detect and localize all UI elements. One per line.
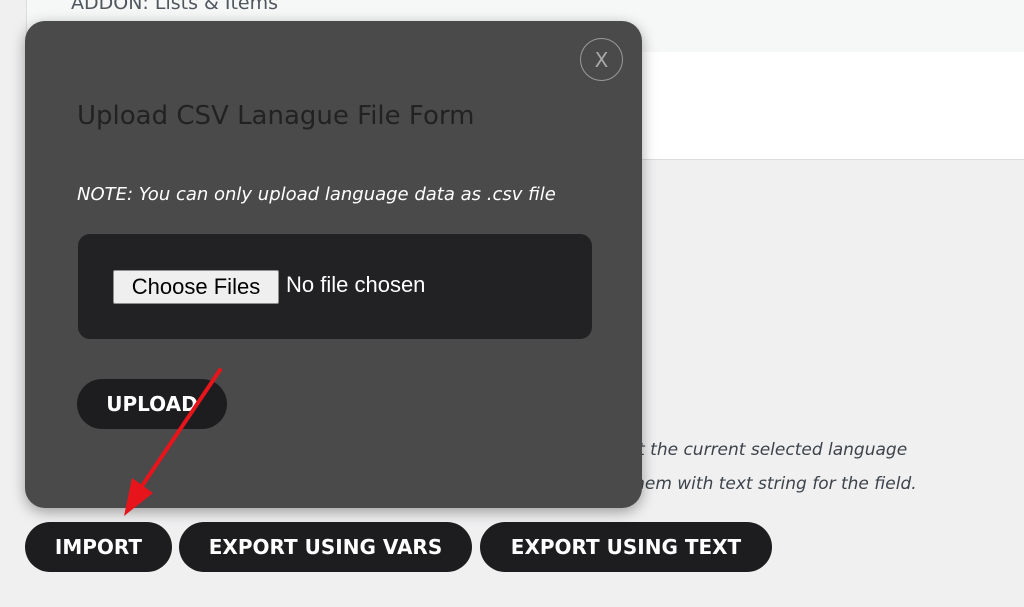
export-using-text-button[interactable]: EXPORT USING TEXT xyxy=(480,522,772,572)
close-icon[interactable]: X xyxy=(580,38,623,81)
file-input-container: Choose Files No file chosen xyxy=(78,234,592,339)
upload-button[interactable]: UPLOAD xyxy=(77,379,227,429)
choose-files-button[interactable]: Choose Files xyxy=(113,270,279,304)
upload-csv-modal: X Upload CSV Lanague File Form NOTE: You… xyxy=(25,21,642,508)
addon-item-label: ADDON: Lists & Items xyxy=(71,0,279,14)
export-using-vars-button[interactable]: EXPORT USING VARS xyxy=(179,522,472,572)
import-button[interactable]: IMPORT xyxy=(25,522,172,572)
file-status-text: No file chosen xyxy=(286,272,426,297)
modal-note: NOTE: You can only upload language data … xyxy=(77,184,556,205)
modal-title: Upload CSV Lanague File Form xyxy=(77,101,475,131)
